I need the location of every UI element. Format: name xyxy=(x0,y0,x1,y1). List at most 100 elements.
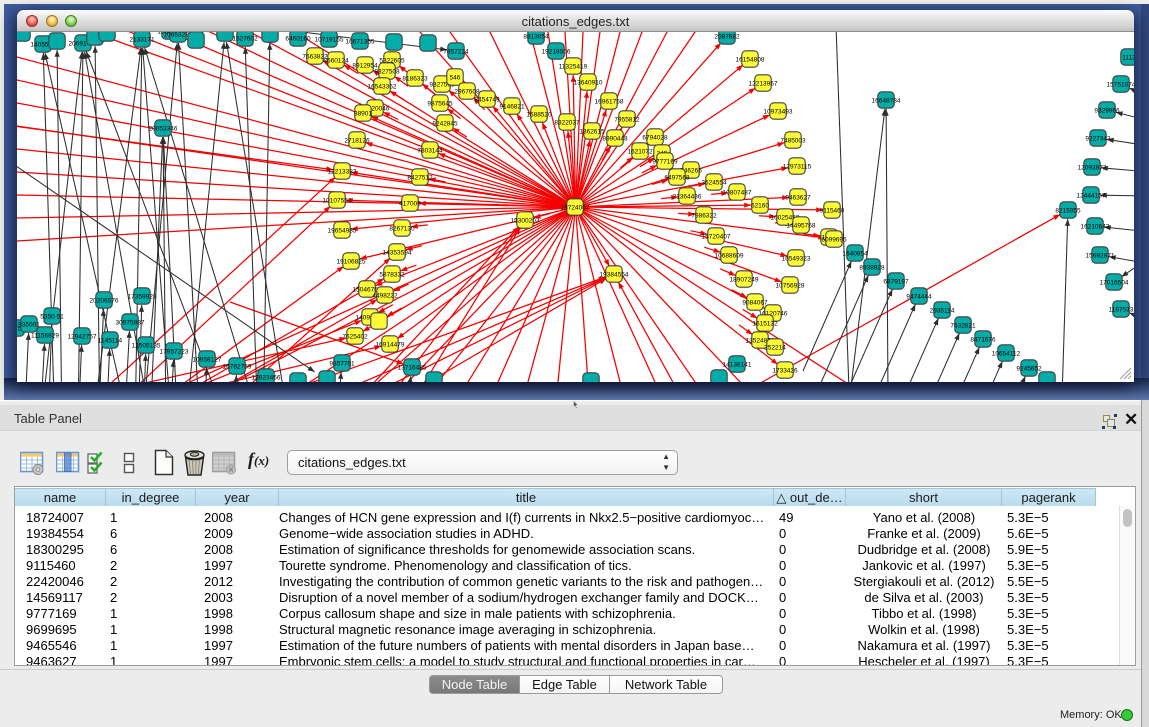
svg-text:11156829: 11156829 xyxy=(31,332,59,339)
svg-text:98901: 98901 xyxy=(354,110,372,117)
svg-text:13716485: 13716485 xyxy=(398,364,427,371)
svg-text:7632821: 7632821 xyxy=(950,322,976,329)
svg-text:19654985: 19654985 xyxy=(328,227,357,234)
svg-text:12505135: 12505135 xyxy=(132,342,161,349)
svg-text:8186323: 8186323 xyxy=(402,75,428,82)
svg-text:19384554: 19384554 xyxy=(600,271,629,278)
svg-text:16961758: 16961758 xyxy=(595,98,624,105)
svg-text:15751074: 15751074 xyxy=(1107,81,1134,88)
svg-text:8938928: 8938928 xyxy=(859,264,885,271)
svg-text:14136141: 14136141 xyxy=(723,361,752,368)
svg-text:9327508: 9327508 xyxy=(374,68,400,75)
svg-text:1621072: 1621072 xyxy=(627,148,653,155)
svg-text:1527602: 1527602 xyxy=(232,35,258,42)
svg-text:17359928: 17359928 xyxy=(128,293,157,300)
svg-text:6794028: 6794028 xyxy=(642,134,668,141)
svg-text:11325419: 11325419 xyxy=(559,63,588,70)
svg-text:9474444: 9474444 xyxy=(906,293,932,300)
svg-text:417006: 417006 xyxy=(399,200,421,207)
svg-text:9463627: 9463627 xyxy=(785,194,811,201)
svg-text:15720407: 15720407 xyxy=(702,233,731,240)
svg-text:12444157: 12444157 xyxy=(1077,192,1106,199)
svg-text:935001: 935001 xyxy=(18,321,40,328)
svg-text:1733426: 1733426 xyxy=(772,367,798,374)
svg-text:8322037: 8322037 xyxy=(554,119,580,126)
svg-text:10719155: 10719155 xyxy=(315,36,344,43)
svg-text:16782759: 16782759 xyxy=(223,363,252,370)
svg-text:8990448: 8990448 xyxy=(602,135,628,142)
svg-text:9777169: 9777169 xyxy=(652,158,678,165)
svg-text:9875645: 9875645 xyxy=(427,100,453,107)
svg-text:16648784: 16648784 xyxy=(872,97,901,104)
svg-text:6497568: 6497568 xyxy=(664,174,690,181)
svg-text:8471676: 8471676 xyxy=(970,336,996,343)
svg-text:10973493: 10973493 xyxy=(764,108,793,115)
svg-text:1112: 1112 xyxy=(1122,54,1134,61)
svg-text:12973115: 12973115 xyxy=(783,163,812,170)
svg-text:12213967: 12213967 xyxy=(749,80,778,87)
svg-text:7485003: 7485003 xyxy=(780,137,806,144)
svg-text:9245652: 9245652 xyxy=(1016,365,1042,372)
svg-text:10654112: 10654112 xyxy=(992,350,1021,357)
svg-text:8267130: 8267130 xyxy=(389,225,415,232)
svg-text:6879197: 6879197 xyxy=(883,278,909,285)
svg-text:10958127: 10958127 xyxy=(193,356,222,363)
svg-text:20206576: 20206576 xyxy=(90,297,119,304)
svg-text:14353594: 14353594 xyxy=(383,249,412,256)
svg-text:6460160: 6460160 xyxy=(285,35,311,42)
svg-text:10688609: 10688609 xyxy=(715,252,744,259)
svg-text:7955812: 7955812 xyxy=(614,116,640,123)
svg-text:8813054: 8813054 xyxy=(523,33,549,40)
svg-text:1640954: 1640954 xyxy=(842,250,868,257)
svg-text:9115460: 9115460 xyxy=(820,207,845,214)
svg-text:15300203: 15300203 xyxy=(511,217,540,224)
svg-text:12093872: 12093872 xyxy=(1078,164,1107,171)
svg-text:13640910: 13640910 xyxy=(574,79,603,86)
svg-text:2718126: 2718126 xyxy=(344,137,370,144)
svg-text:62160: 62160 xyxy=(751,202,769,209)
svg-text:2133171: 2133171 xyxy=(129,36,155,43)
svg-text:1588520: 1588520 xyxy=(526,111,552,118)
svg-text:17016504: 17016504 xyxy=(1100,279,1129,286)
svg-text:18724007: 18724007 xyxy=(561,204,590,211)
svg-text:14495768: 14495768 xyxy=(787,222,816,229)
svg-text:2967608: 2967608 xyxy=(454,88,480,95)
svg-text:10807487: 10807487 xyxy=(723,189,752,196)
svg-text:12213383: 12213383 xyxy=(328,168,357,175)
svg-text:10107553: 10107553 xyxy=(323,197,352,204)
svg-text:9146821: 9146821 xyxy=(499,103,525,110)
svg-text:21364436: 21364436 xyxy=(673,193,702,200)
svg-text:16154808: 16154808 xyxy=(736,56,765,63)
svg-text:2935114: 2935114 xyxy=(930,307,955,314)
svg-text:8660124: 8660124 xyxy=(323,57,349,64)
svg-text:9329966: 9329966 xyxy=(1094,107,1120,114)
svg-text:19218506: 19218506 xyxy=(542,48,571,55)
svg-text:4498222: 4498222 xyxy=(372,292,398,299)
svg-text:1167533: 1167533 xyxy=(1109,306,1134,313)
svg-text:16671355: 16671355 xyxy=(346,38,375,45)
svg-text:16543362: 16543362 xyxy=(368,83,397,90)
svg-text:7857224: 7857224 xyxy=(443,48,469,55)
svg-text:6099695: 6099695 xyxy=(821,236,847,243)
svg-text:8427512: 8427512 xyxy=(407,174,433,181)
svg-text:9857791: 9857791 xyxy=(329,360,355,367)
svg-text:16549323: 16549323 xyxy=(782,255,811,262)
svg-text:8454749: 8454749 xyxy=(474,96,500,103)
svg-text:8215955: 8215955 xyxy=(1055,207,1081,214)
svg-text:5350 51: 5350 51 xyxy=(40,313,64,320)
svg-text:16210643: 16210643 xyxy=(1081,223,1110,230)
svg-text:2087682: 2087682 xyxy=(714,33,740,40)
svg-text:9227343: 9227343 xyxy=(1085,135,1111,142)
svg-text:20053346: 20053346 xyxy=(149,125,178,132)
svg-text:7986322: 7986322 xyxy=(691,212,717,219)
svg-text:16914479: 16914479 xyxy=(376,341,405,348)
svg-text:7803144: 7803144 xyxy=(417,147,443,154)
svg-text:252214: 252214 xyxy=(764,344,786,351)
svg-text:30975887: 30975887 xyxy=(116,319,145,326)
svg-text:15692871: 15692871 xyxy=(1086,252,1115,259)
svg-text:3624554: 3624554 xyxy=(701,179,727,186)
svg-text:18907249: 18907249 xyxy=(730,276,759,283)
svg-text:7625402: 7625402 xyxy=(342,333,368,340)
svg-text:12923466: 12923466 xyxy=(252,374,281,381)
svg-text:1145114: 1145114 xyxy=(98,337,123,344)
